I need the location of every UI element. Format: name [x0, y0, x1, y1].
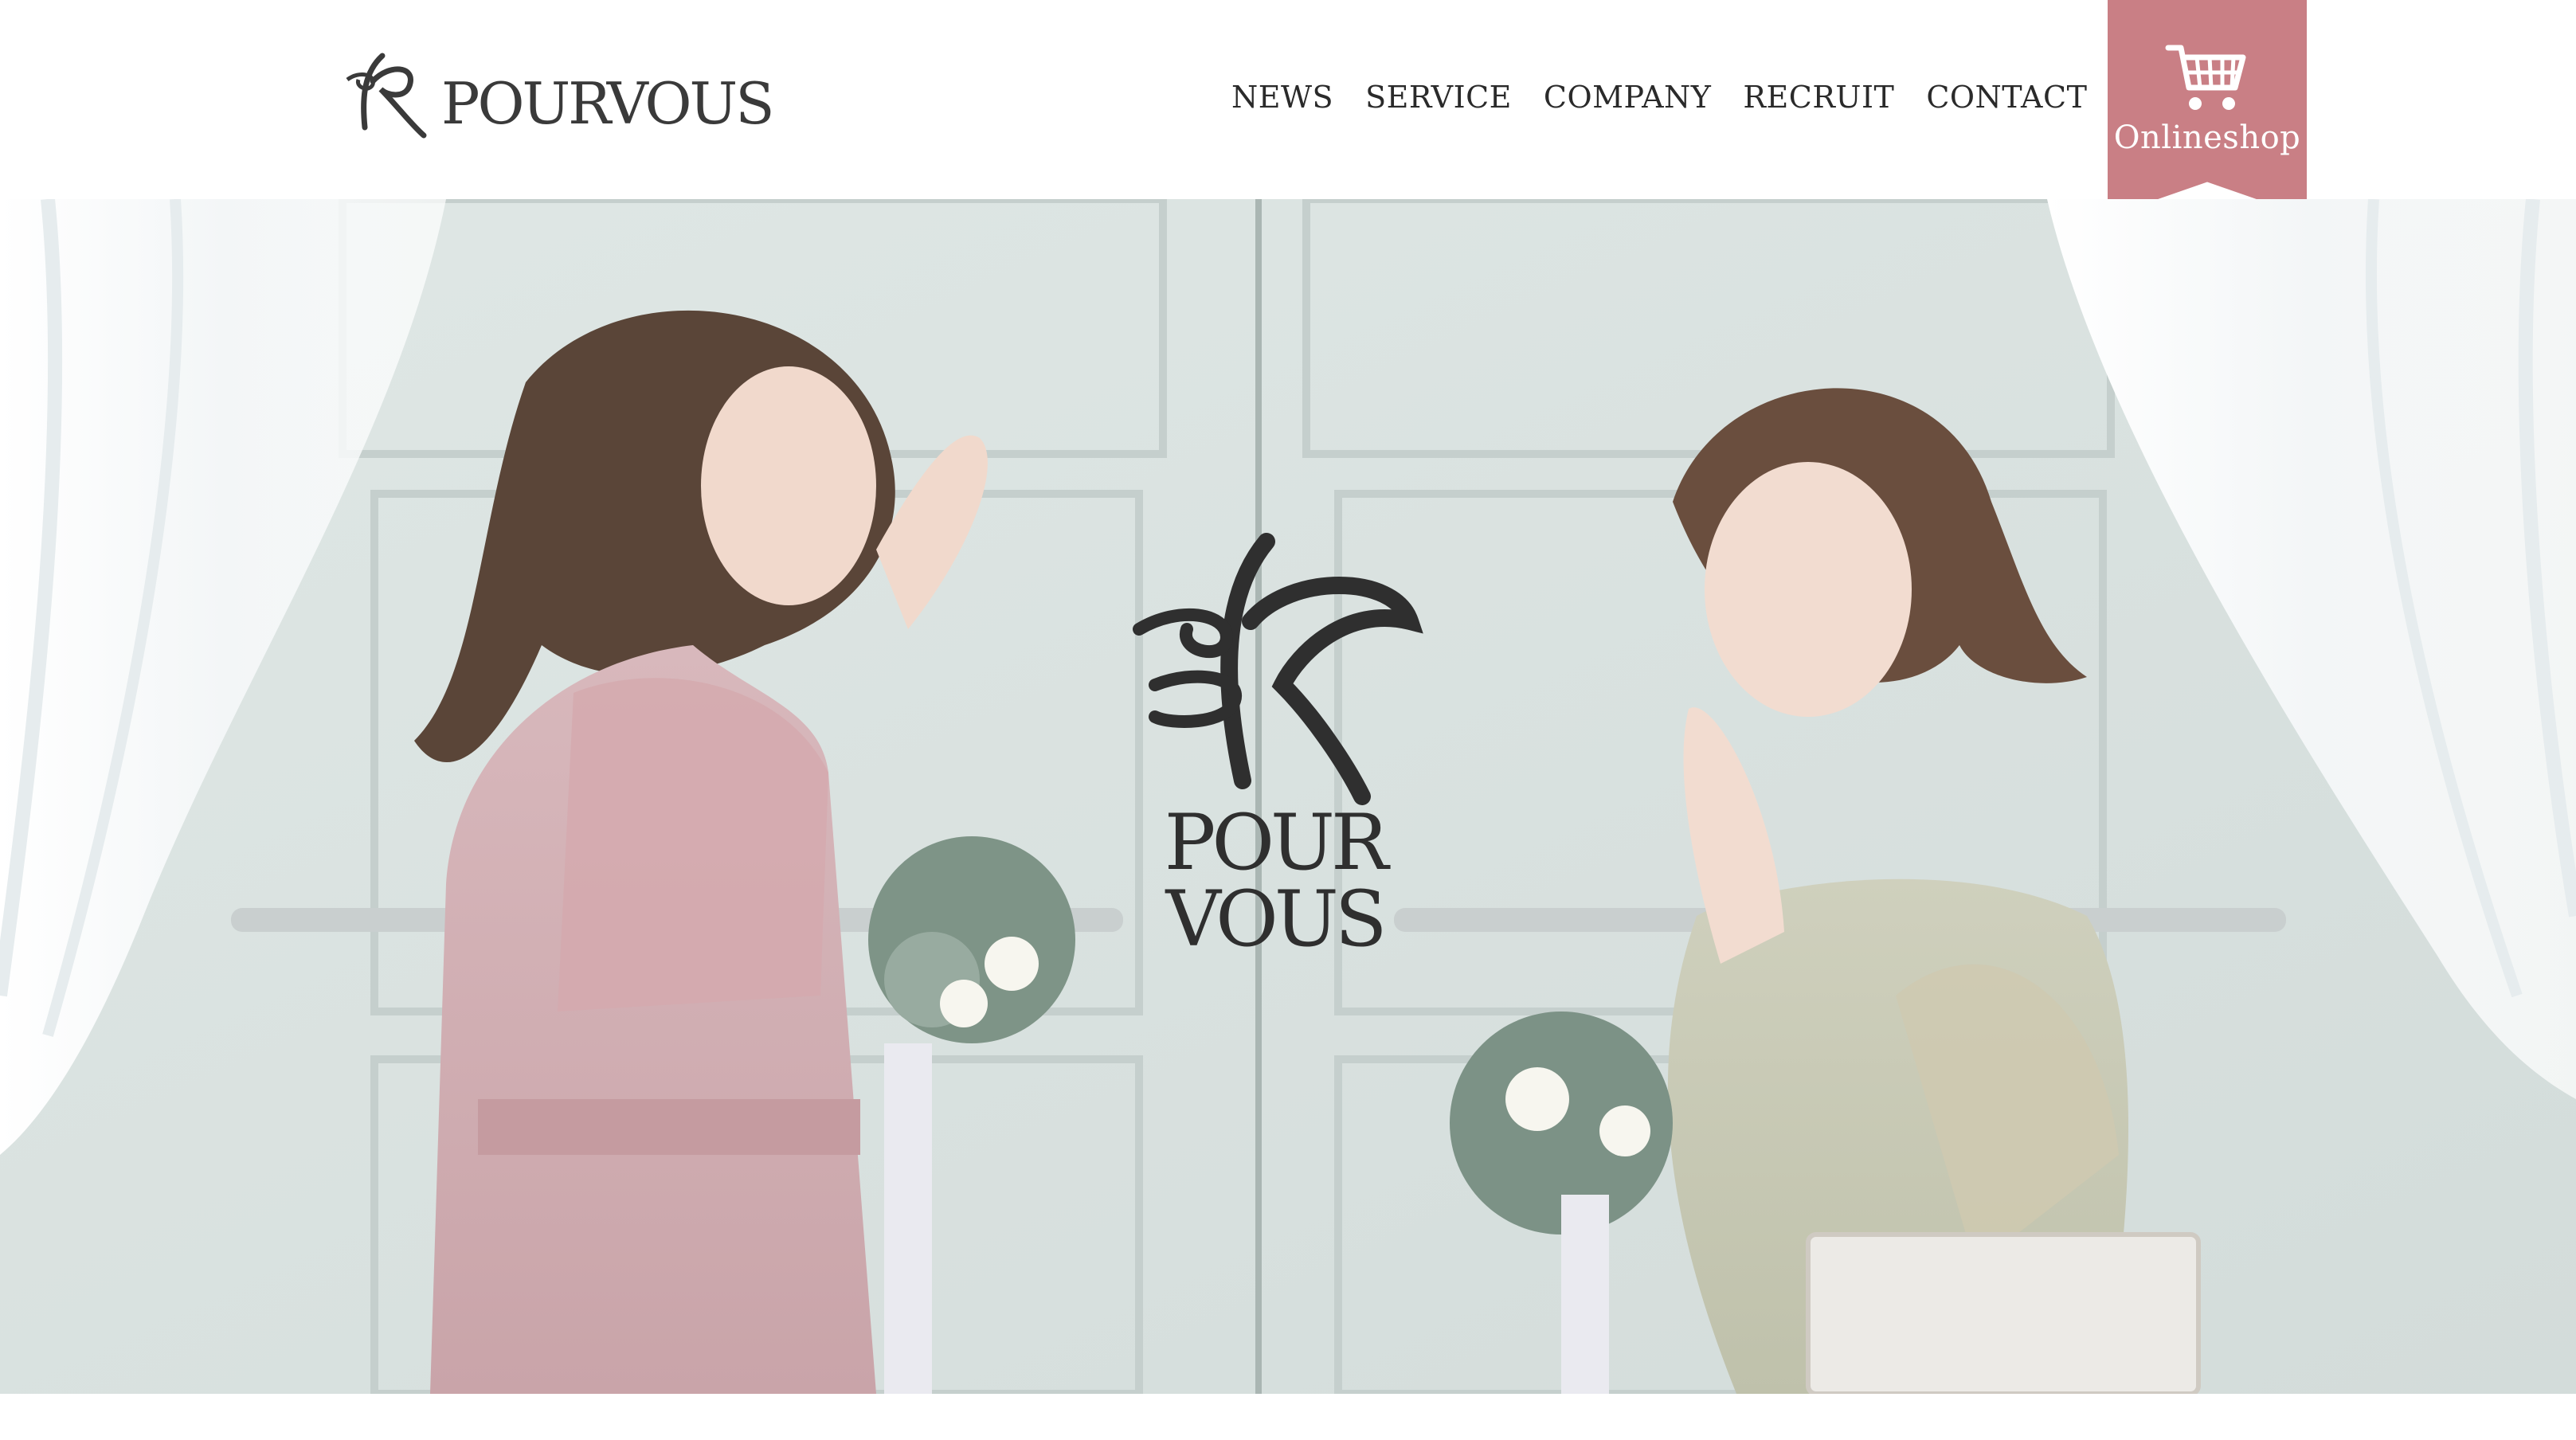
page: POURVOUS NEWS SERVICE COMPANY RECRUIT CO…: [0, 0, 2576, 1440]
site-header: POURVOUS NEWS SERVICE COMPANY RECRUIT CO…: [0, 0, 2576, 217]
logo-wordmark: POURVOUS: [441, 70, 775, 137]
shopping-cart-icon: [2165, 45, 2246, 110]
hero-wordmark: POUR VOUS: [1164, 798, 1388, 964]
onlineshop-button[interactable]: Onlineshop: [2108, 0, 2307, 217]
nav-service[interactable]: SERVICE: [1365, 80, 1512, 115]
nav-recruit[interactable]: RECRUIT: [1743, 80, 1894, 115]
nav-news[interactable]: NEWS: [1231, 80, 1333, 115]
main-nav: NEWS SERVICE COMPANY RECRUIT CONTACT: [1231, 80, 2087, 115]
hero-visual: POUR VOUS: [0, 199, 2576, 1394]
onlineshop-label: Onlineshop: [2113, 119, 2301, 156]
nav-company[interactable]: COMPANY: [1544, 80, 1712, 115]
hero-logo: POUR VOUS: [1059, 526, 1490, 957]
hero-monogram-icon: [1133, 533, 1423, 805]
nav-contact[interactable]: CONTACT: [1926, 80, 2087, 115]
logo-monogram-icon: [346, 53, 427, 139]
site-logo[interactable]: POURVOUS: [341, 48, 775, 142]
